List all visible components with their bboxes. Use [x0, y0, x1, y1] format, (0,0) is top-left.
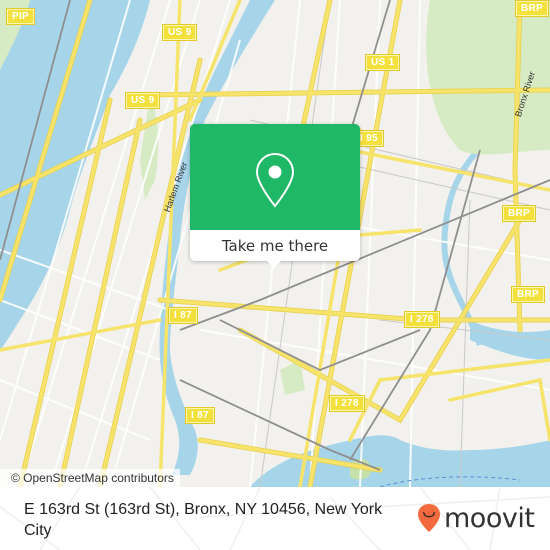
highway-shield-us9: US 9	[163, 25, 197, 40]
map-pin-icon	[255, 152, 295, 208]
popup-header	[190, 124, 360, 230]
popup-pointer	[267, 261, 281, 268]
map[interactable]: PIP US 9 US 9 US 1 I 95 BRP BRP BRP I 87…	[0, 0, 550, 487]
highway-shield-i278: I 278	[330, 396, 364, 411]
map-attribution[interactable]: © OpenStreetMap contributors	[0, 469, 180, 487]
moovit-wordmark: moovit	[444, 502, 535, 534]
highway-shield-us1: US 1	[366, 55, 400, 70]
take-me-there-button[interactable]: Take me there	[190, 230, 360, 261]
moovit-logo[interactable]: moovit	[417, 501, 535, 535]
moovit-pin-smile-icon	[418, 504, 440, 532]
highway-shield-i87: I 87	[186, 408, 214, 423]
footer: E 163rd St (163rd St), Bronx, NY 10456, …	[0, 487, 550, 550]
address-text: E 163rd St (163rd St), Bronx, NY 10456, …	[24, 501, 383, 539]
highway-shield-brp: BRP	[516, 1, 549, 16]
popup-footer: Take me there	[190, 230, 360, 261]
water-east-river	[250, 435, 550, 487]
highway-shield-pip: PIP	[7, 9, 35, 24]
highway-shield-brp: BRP	[512, 287, 545, 302]
highway-shield-i278: I 278	[405, 312, 439, 327]
location-popup: Take me there	[190, 124, 360, 268]
highway-shield-brp: BRP	[503, 206, 536, 221]
highway-shield-i87: I 87	[169, 308, 197, 323]
highway-shield-us9: US 9	[126, 93, 160, 108]
